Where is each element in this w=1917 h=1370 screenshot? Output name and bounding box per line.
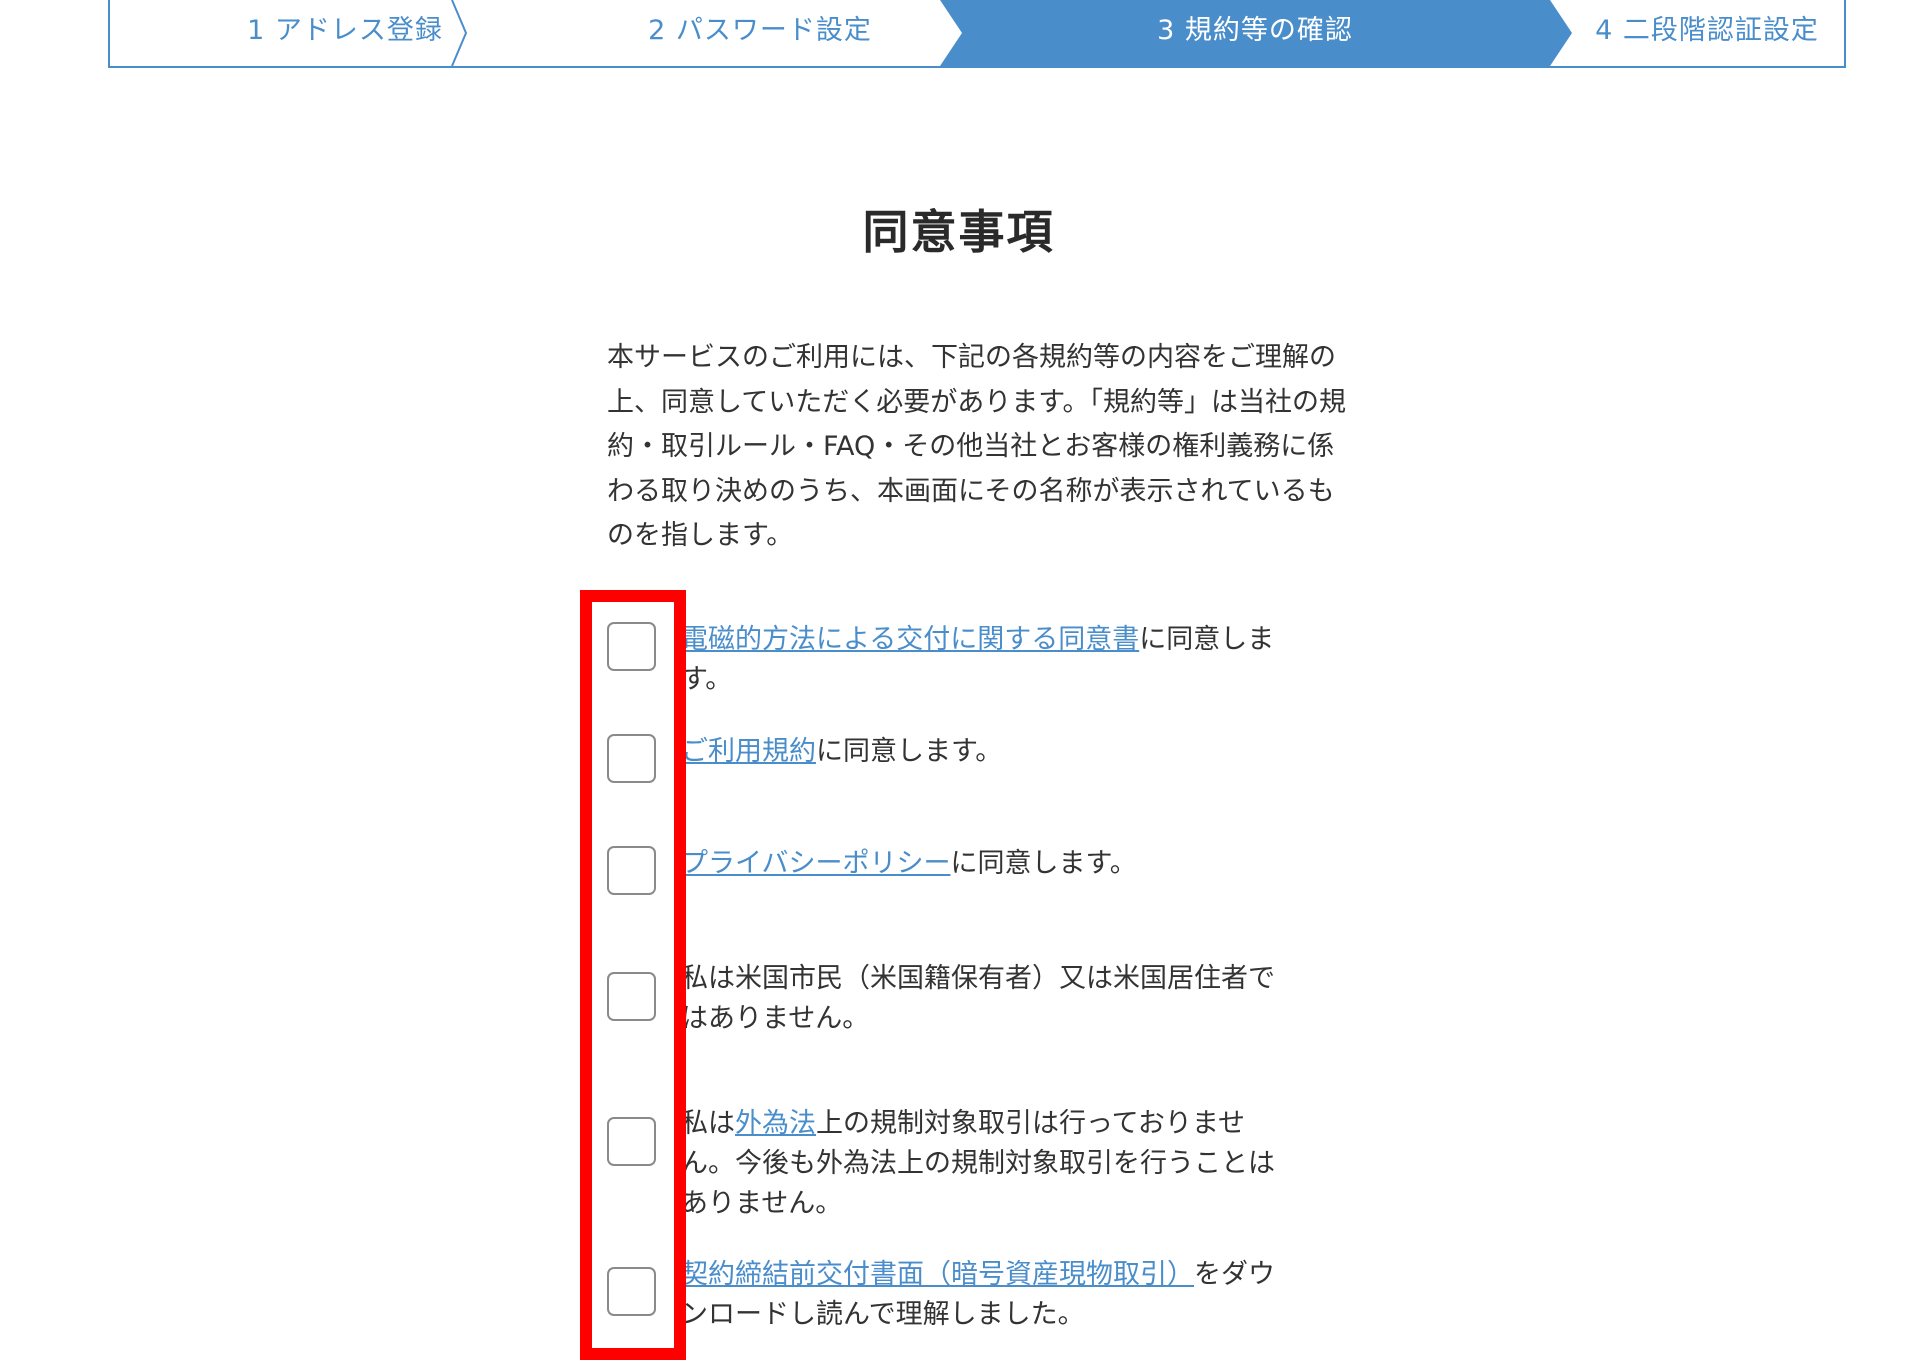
agreement-checkbox[interactable] xyxy=(607,972,656,1021)
agreement-text: 契約締結前交付書面（暗号資産現物取引）をダウンロードし読んで理解しました。 xyxy=(681,1255,1281,1335)
agreement-checkbox[interactable] xyxy=(607,622,656,671)
agreement-checkbox[interactable] xyxy=(607,846,656,895)
foreign-exchange-act-link[interactable]: 外為法 xyxy=(735,1108,816,1139)
step-terms-confirmation: 3 規約等の確認 xyxy=(1157,15,1353,46)
agreement-checkbox[interactable] xyxy=(607,1117,656,1166)
electronic-delivery-consent-link[interactable]: 電磁的方法による交付に関する同意書 xyxy=(681,624,1139,655)
agreement-prefix: 私は xyxy=(681,1108,735,1139)
intro-paragraph: 本サービスのご利用には、下記の各規約等の内容をご理解の上、同意していただく必要が… xyxy=(607,342,1346,551)
agreement-suffix: に同意します。 xyxy=(950,848,1137,879)
agreement-text: 私は米国市民（米国籍保有者）又は米国居住者ではありません。 xyxy=(681,963,1275,1034)
agreement-text: 電磁的方法による交付に関する同意書に同意します。 xyxy=(681,620,1281,700)
agreement-checkbox[interactable] xyxy=(607,1267,656,1316)
step-address-registration: 1 アドレス登録 xyxy=(247,15,443,46)
agreement-suffix: に同意します。 xyxy=(816,736,1003,767)
terms-of-use-link[interactable]: ご利用規約 xyxy=(681,736,816,767)
agreement-text: プライバシーポリシーに同意します。 xyxy=(681,844,1281,884)
step-two-factor-setup: 4 二段階認証設定 xyxy=(1595,15,1819,46)
agreement-checkbox[interactable] xyxy=(607,734,656,783)
agreement-text: ご利用規約に同意します。 xyxy=(681,732,1281,772)
progress-stepper: 1 アドレス登録 2 パスワード設定 3 規約等の確認 4 二段階認証設定 xyxy=(108,0,1846,68)
page-title: 同意事項 xyxy=(862,205,1055,259)
step-password-setup: 2 パスワード設定 xyxy=(648,15,872,46)
agreement-text: 私は外為法上の規制対象取引は行っておりません。今後も外為法上の規制対象取引を行う… xyxy=(681,1104,1281,1224)
privacy-policy-link[interactable]: プライバシーポリシー xyxy=(681,848,950,879)
pre-contract-document-link[interactable]: 契約締結前交付書面（暗号資産現物取引） xyxy=(681,1259,1194,1290)
